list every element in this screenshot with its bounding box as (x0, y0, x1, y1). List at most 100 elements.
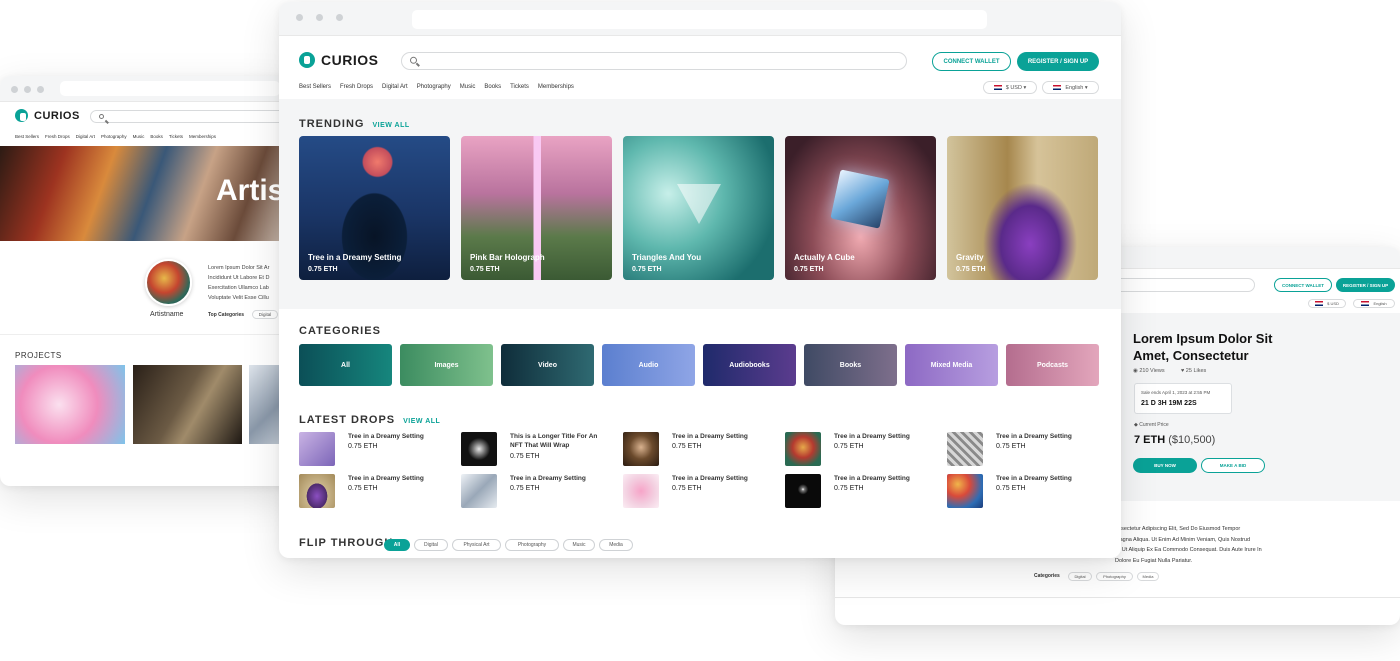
price-usd: ($10,500) (1168, 434, 1216, 446)
nav-memberships[interactable]: Memberships (189, 134, 216, 139)
top-categories-label: Top Categories (208, 312, 245, 318)
drop-item[interactable]: Tree in a Dreamy Setting 0.75 ETH (299, 474, 443, 508)
nav-books[interactable]: Books (150, 134, 163, 139)
section-divider (835, 597, 1400, 598)
drop-title: This is a Longer Title For An NFT That W… (510, 433, 598, 450)
address-bar[interactable] (412, 10, 987, 29)
search-input[interactable] (90, 110, 290, 123)
nav-fresh-drops[interactable]: Fresh Drops (340, 84, 373, 90)
nav-music[interactable]: Music (133, 134, 145, 139)
drop-item[interactable]: Tree in a Dreamy Setting 0.75 ETH (785, 432, 929, 466)
category-chip[interactable]: Digital (1068, 572, 1092, 581)
filter-chip-media[interactable]: Media (599, 539, 633, 551)
description-line: onsectetur Adipiscing Elit, Sed Do Eiusm… (1115, 526, 1241, 532)
filter-chip-photography[interactable]: Photography (505, 539, 559, 551)
brand-logo[interactable]: CURIOS (299, 52, 378, 68)
search-input[interactable] (401, 52, 907, 70)
language-select[interactable]: English (1353, 299, 1395, 308)
filter-chip-all[interactable]: All (384, 539, 410, 551)
artist-profile-window: CURIOS Best Sellers Fresh Drops Digital … (0, 76, 300, 486)
currency-select[interactable]: $ USD (1308, 299, 1346, 308)
register-button[interactable]: REGISTER / SIGN UP (1017, 52, 1099, 71)
latest-drops-view-all-link[interactable]: VIEW ALL (403, 418, 440, 425)
trending-card[interactable]: Triangles And You 0.75 ETH (623, 136, 774, 280)
filter-chip-music[interactable]: Music (563, 539, 595, 551)
drop-thumbnail (785, 474, 821, 508)
trending-card[interactable]: Actually A Cube 0.75 ETH (785, 136, 936, 280)
filter-chip-digital[interactable]: Digital (414, 539, 448, 551)
nav-digital-art[interactable]: Digital Art (382, 84, 408, 90)
drop-item[interactable]: Tree in a Dreamy Setting 0.75 ETH (461, 474, 605, 508)
nav-best-sellers[interactable]: Best Sellers (299, 84, 331, 90)
drop-price: 0.75 ETH (510, 485, 540, 493)
category-tile-all[interactable]: All (299, 344, 392, 386)
flip-through-title: FLIP THROUGH (299, 537, 394, 549)
views-count: ◉ 210 Views (1133, 368, 1165, 374)
project-thumb[interactable] (133, 365, 242, 444)
category-tile-podcasts[interactable]: Podcasts (1006, 344, 1099, 386)
drop-item[interactable]: Tree in a Dreamy Setting 0.75 ETH (947, 474, 1091, 508)
sale-countdown-box: Sale ends April 1, 2023 at 2:55 PM 21 D … (1134, 383, 1232, 414)
card-price: 0.75 ETH (956, 266, 986, 273)
us-flag-icon (1315, 301, 1324, 306)
drop-thumbnail (785, 432, 821, 466)
category-tile-audio[interactable]: Audio (602, 344, 695, 386)
drop-item[interactable]: Tree in a Dreamy Setting 0.75 ETH (623, 432, 767, 466)
nav-music[interactable]: Music (460, 84, 476, 90)
drop-thumbnail (947, 432, 983, 466)
language-select[interactable]: English ▾ (1042, 81, 1099, 94)
nav-digital-art[interactable]: Digital Art (76, 134, 95, 139)
connect-wallet-button[interactable]: CONNECT WALLET (932, 52, 1011, 71)
drop-thumbnail (299, 432, 335, 466)
trending-view-all-link[interactable]: VIEW ALL (372, 122, 409, 129)
trending-card[interactable]: Pink Bar Holograph 0.75 ETH (461, 136, 612, 280)
drop-thumbnail (461, 474, 497, 508)
cube-shape (830, 169, 890, 229)
nav-memberships[interactable]: Memberships (538, 84, 574, 90)
make-bid-button[interactable]: MAKE A BID (1201, 458, 1265, 473)
category-tile-audiobooks[interactable]: Audiobooks (703, 344, 796, 386)
trending-card[interactable]: Tree in a Dreamy Setting 0.75 ETH (299, 136, 450, 280)
drop-item[interactable]: Tree in a Dreamy Setting 0.75 ETH (947, 432, 1091, 466)
drop-item[interactable]: Tree in a Dreamy Setting 0.75 ETH (299, 432, 443, 466)
nav-tickets[interactable]: Tickets (510, 84, 529, 90)
register-button[interactable]: REGISTER / SIGN UP (1336, 278, 1395, 292)
nav-photography[interactable]: Photography (417, 84, 451, 90)
category-tile-mixed-media[interactable]: Mixed Media (905, 344, 998, 386)
avatar[interactable] (145, 259, 192, 306)
window-dot (296, 14, 303, 21)
project-thumb[interactable] (15, 365, 125, 444)
nav-best-sellers[interactable]: Best Sellers (15, 134, 39, 139)
description-line: Dolore Eu Fugiat Nulla Pariatur. (1115, 557, 1193, 564)
category-chip[interactable]: Photography (1096, 572, 1133, 581)
drop-item[interactable]: Tree in a Dreamy Setting 0.75 ETH (623, 474, 767, 508)
drop-item[interactable]: Tree in a Dreamy Setting 0.75 ETH (785, 474, 929, 508)
nav-fresh-drops[interactable]: Fresh Drops (45, 134, 70, 139)
uk-flag-icon (1053, 85, 1062, 90)
countdown-timer: 21 D 3H 19M 22S (1141, 400, 1197, 407)
category-tile-images[interactable]: Images (400, 344, 493, 386)
currency-label: $ USD (1005, 84, 1022, 91)
brand-logo[interactable]: CURIOS (15, 109, 80, 122)
buy-now-button[interactable]: BUY NOW (1133, 458, 1197, 473)
hero-banner: Artis (0, 146, 300, 241)
hero-title: Artis (216, 174, 285, 207)
trending-card[interactable]: Gravity 0.75 ETH (947, 136, 1098, 280)
drop-price: 0.75 ETH (834, 443, 864, 451)
category-tile-video[interactable]: Video (501, 344, 594, 386)
category-tile-books[interactable]: Books (804, 344, 897, 386)
currency-select[interactable]: $ USD ▾ (983, 81, 1037, 94)
trending-title: TRENDING (299, 118, 365, 130)
likes-count[interactable]: ♥ 25 Likes (1181, 368, 1206, 374)
nav-tickets[interactable]: Tickets (169, 134, 183, 139)
drop-item[interactable]: This is a Longer Title For An NFT That W… (461, 432, 605, 466)
category-chip[interactable]: Media (1137, 572, 1159, 581)
nav-books[interactable]: Books (484, 84, 501, 90)
nav-photography[interactable]: Photography (101, 134, 127, 139)
uk-flag-icon (1361, 301, 1370, 306)
top-category-chip[interactable]: Digital (252, 310, 278, 319)
drop-title: Tree in a Dreamy Setting (834, 475, 910, 482)
address-bar[interactable] (60, 81, 280, 96)
filter-chip-physical-art[interactable]: Physical Art (452, 539, 501, 551)
connect-wallet-button[interactable]: CONNECT WALLET (1274, 278, 1332, 292)
